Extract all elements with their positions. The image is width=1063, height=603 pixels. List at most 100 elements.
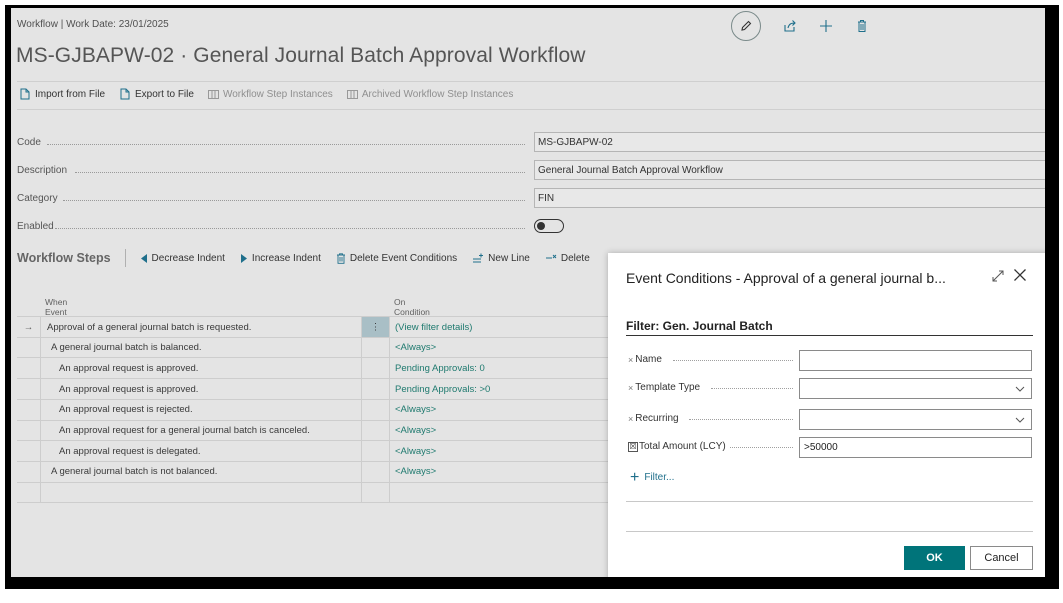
new-line-label: New Line <box>488 252 530 264</box>
column-header-when-event: When Event <box>45 297 68 317</box>
when-event-cell[interactable]: A general journal batch is not balanced. <box>51 462 217 482</box>
add-filter-button[interactable]: + Filter... <box>630 469 674 485</box>
delete-line-button[interactable]: Delete <box>545 253 590 264</box>
edit-icon[interactable] <box>731 11 761 41</box>
separator <box>124 249 126 267</box>
filter-row-total-amount: ☒ Total Amount (LCY) >50000 <box>626 437 1033 459</box>
category-field: Category <box>17 188 58 208</box>
filter-heading-underline <box>626 335 1033 336</box>
enabled-toggle[interactable] <box>534 219 564 233</box>
delete-event-conditions-button[interactable]: Delete Event Conditions <box>336 253 457 264</box>
code-input[interactable]: MS-GJBAPW-02 <box>534 132 1045 152</box>
filter-label-text: Recurring <box>635 413 679 424</box>
new-line-icon <box>473 253 484 263</box>
chevron-down-icon <box>1015 386 1025 392</box>
on-condition-link[interactable]: (View filter details) <box>395 317 472 337</box>
leader-dots <box>673 360 793 361</box>
table-row[interactable]: → Approval of a general journal batch is … <box>17 316 617 337</box>
table-row[interactable]: An approval request is rejected. <Always> <box>17 398 617 420</box>
table-row[interactable]: A general journal batch is balanced. <Alw… <box>17 336 617 358</box>
table-row[interactable] <box>17 481 617 503</box>
filter-select-recurring[interactable] <box>799 409 1032 430</box>
remove-filter-icon[interactable]: × <box>628 355 633 365</box>
row-marker <box>17 399 41 420</box>
event-conditions-dialog: Event Conditions - Approval of a general… <box>608 253 1045 577</box>
when-event-cell[interactable]: An approval request is rejected. <box>59 400 193 420</box>
category-input[interactable]: FIN <box>534 188 1045 208</box>
new-line-button[interactable]: New Line <box>472 253 530 264</box>
row-menu-icon[interactable] <box>361 420 390 441</box>
row-marker <box>17 461 41 482</box>
table-row[interactable]: An approval request is approved. Pending … <box>17 378 617 400</box>
workflow-step-instances-button[interactable]: Workflow Step Instances <box>207 88 333 100</box>
workflow-steps-bar: Workflow Steps Decrease Indent Increase … <box>17 248 605 268</box>
import-label: Import from File <box>35 88 106 100</box>
grid-bottom-line <box>17 502 617 504</box>
share-icon[interactable] <box>783 19 797 33</box>
table-row[interactable]: An approval request for a general journa… <box>17 419 617 441</box>
on-condition-link[interactable]: <Always> <box>395 400 436 420</box>
description-field: Description <box>17 160 67 180</box>
workflow-steps-title: Workflow Steps <box>17 251 111 265</box>
toggle-knob <box>537 222 545 230</box>
row-menu-icon[interactable]: ⋮ <box>361 317 390 337</box>
divider <box>17 109 1045 110</box>
table-row[interactable]: An approval request is approved. Pending … <box>17 357 617 379</box>
page-title: MS-GJBAPW-02 · General Journal Batch App… <box>16 44 586 67</box>
row-marker <box>17 337 41 358</box>
row-menu-icon[interactable] <box>361 399 390 420</box>
chevron-down-icon <box>1015 417 1025 423</box>
arrow-left-icon <box>140 253 147 263</box>
row-menu-icon[interactable] <box>361 358 390 379</box>
close-icon[interactable] <box>1013 268 1027 287</box>
export-to-file-button[interactable]: Export to File <box>119 88 194 100</box>
on-condition-link[interactable]: <Always> <box>395 441 436 461</box>
on-condition-link[interactable]: Pending Approvals: >0 <box>395 379 490 399</box>
description-input[interactable]: General Journal Batch Approval Workflow <box>534 160 1045 180</box>
table-row[interactable]: An approval request is delegated. <Always… <box>17 440 617 462</box>
divider <box>626 531 1033 532</box>
remove-filter-icon[interactable]: × <box>628 383 633 393</box>
filter-row-template-type: × Template Type <box>626 378 1033 400</box>
on-condition-link[interactable]: Pending Approvals: 0 <box>395 358 485 378</box>
decrease-indent-button[interactable]: Decrease Indent <box>140 253 225 264</box>
add-icon[interactable] <box>819 19 833 33</box>
remove-filter-icon[interactable]: × <box>628 414 633 424</box>
row-marker <box>17 379 41 400</box>
row-marker <box>17 420 41 441</box>
row-menu-icon[interactable] <box>361 379 390 400</box>
delete-icon[interactable] <box>855 19 869 33</box>
when-event-cell[interactable]: An approval request for a general journa… <box>59 421 310 441</box>
archived-label: Archived Workflow Step Instances <box>361 88 514 100</box>
table-icon <box>207 89 219 99</box>
on-condition-link[interactable]: <Always> <box>395 462 436 482</box>
remove-filter-icon[interactable]: ☒ <box>628 441 638 452</box>
ok-button[interactable]: OK <box>904 546 965 570</box>
when-event-cell[interactable]: An approval request is approved. <box>59 358 198 378</box>
row-marker: → <box>17 317 41 337</box>
on-condition-link[interactable]: <Always> <box>395 421 436 441</box>
row-menu-icon[interactable] <box>361 337 390 358</box>
action-bar: Import from File Export to File Workflow… <box>19 88 527 100</box>
on-condition-link[interactable]: <Always> <box>395 338 436 358</box>
instances-label: Workflow Step Instances <box>222 88 333 100</box>
row-menu-icon[interactable] <box>361 461 390 482</box>
filter-input-total-amount[interactable]: >50000 <box>799 437 1032 458</box>
filter-select-template-type[interactable] <box>799 378 1032 399</box>
increase-indent-button[interactable]: Increase Indent <box>240 253 321 264</box>
delete-conditions-label: Delete Event Conditions <box>349 252 458 264</box>
table-row[interactable]: A general journal batch is not balanced.… <box>17 460 617 482</box>
row-menu-icon[interactable] <box>361 482 390 503</box>
import-from-file-button[interactable]: Import from File <box>19 88 105 100</box>
cancel-button[interactable]: Cancel <box>970 546 1033 570</box>
row-marker <box>17 482 41 503</box>
when-event-cell[interactable]: Approval of a general journal batch is r… <box>47 317 251 337</box>
when-event-cell[interactable]: A general journal batch is balanced. <box>51 338 202 358</box>
expand-icon[interactable] <box>991 269 1005 288</box>
filter-input-name[interactable] <box>799 350 1032 371</box>
file-import-icon <box>20 88 30 100</box>
archived-workflow-step-instances-button[interactable]: Archived Workflow Step Instances <box>346 88 514 100</box>
when-event-cell[interactable]: An approval request is approved. <box>59 379 198 399</box>
when-event-cell[interactable]: An approval request is delegated. <box>59 441 201 461</box>
row-menu-icon[interactable] <box>361 441 390 462</box>
